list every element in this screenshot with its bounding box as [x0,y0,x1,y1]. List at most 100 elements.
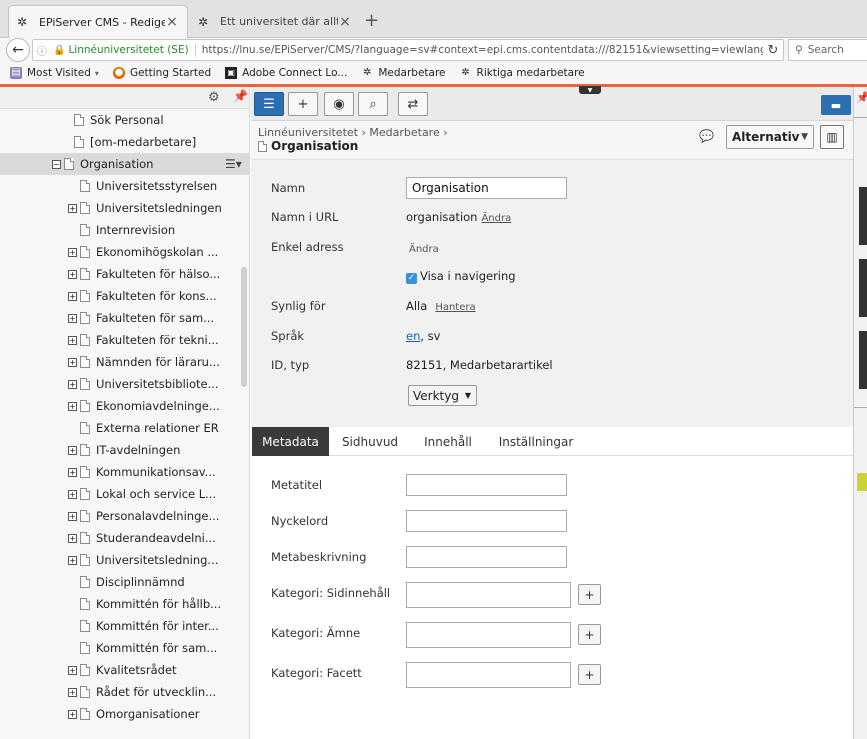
expand-icon[interactable]: + [68,687,77,697]
collapse-icon[interactable]: − [52,159,61,169]
show-in-navigation-option[interactable]: ✓ Visa i navigering [406,269,516,284]
toggle-layout-button[interactable]: ▥ [820,125,844,149]
bookmark-adobe-connect[interactable]: ▣ Adobe Connect Lo... [225,67,347,79]
tab-innehall[interactable]: Innehåll [413,427,483,456]
assets-panel-button[interactable]: ▬ [821,95,851,115]
tree-item[interactable]: + Studerandeavdelni... [0,527,249,549]
metadesc-input[interactable] [406,546,567,568]
expand-icon[interactable]: + [68,313,77,323]
browser-tab-episerver[interactable]: ✲ EPiServer CMS - Redigera × [8,5,188,38]
tree-item[interactable]: Kommittén för hållb... [0,593,249,615]
toggle-tree-button[interactable]: ☰ [254,92,284,116]
tree-item[interactable]: + Kvalitetsrådet [0,659,249,681]
metatitle-input[interactable] [406,474,567,496]
close-tab-icon[interactable]: × [338,14,352,30]
close-tab-icon[interactable]: × [165,14,179,30]
tree-item[interactable]: + Fakulteten för kons... [0,285,249,307]
tree-item[interactable]: Universitetsstyrelsen [0,175,249,197]
comment-icon[interactable]: 💬 [699,129,714,143]
breadcrumb-item-linneuniversitetet[interactable]: Linnéuniversitetet [258,126,358,139]
pin-icon[interactable]: 📌 [233,89,248,103]
expand-icon[interactable]: + [68,533,77,543]
context-menu-icon[interactable]: ☰▾ [225,157,242,171]
bookmark-getting-started[interactable]: ● Getting Started [112,67,211,79]
gear-icon[interactable]: ⚙ [208,90,220,105]
new-tab-button[interactable]: + [364,10,379,31]
expand-icon[interactable]: + [68,357,77,367]
tree-item[interactable]: [om-medarbetare] [0,131,249,153]
preview-button[interactable]: ◉ [324,92,354,116]
collapse-block-icon[interactable] [857,473,867,491]
tab-installningar[interactable]: Inställningar [491,427,581,456]
add-button[interactable]: + [288,92,318,116]
expand-icon[interactable]: + [68,665,77,675]
tree-item[interactable]: + Kommunikationsav... [0,461,249,483]
compare-button[interactable]: ⇄ [398,92,428,116]
asset-thumbnail[interactable] [859,259,867,317]
tools-dropdown[interactable]: Verktyg ▼ [408,385,477,406]
change-url-link[interactable]: Ändra [481,213,511,224]
expand-icon[interactable]: + [68,445,77,455]
asset-thumbnail[interactable] [859,331,867,389]
bookmark-most-visited[interactable]: ▤ Most Visited ▾ [10,67,99,79]
tree-item[interactable]: + IT-avdelningen [0,439,249,461]
expand-icon[interactable]: + [68,555,77,565]
expand-icon[interactable]: + [68,203,77,213]
expand-icon[interactable]: + [68,247,77,257]
category-content-field[interactable] [406,582,571,608]
tree-item[interactable]: + Universitetsbibliote... [0,373,249,395]
checkbox-checked-icon[interactable]: ✓ [406,273,417,284]
bookmark-medarbetare[interactable]: ✲ Medarbetare [361,67,445,79]
tree-item[interactable]: + Ekonomihögskolan ... [0,241,249,263]
breadcrumb-item-medarbetare[interactable]: Medarbetare [369,126,439,139]
tree-item[interactable]: Sök Personal [0,109,249,131]
tab-metadata[interactable]: Metadata [252,427,329,456]
global-menu-toggle[interactable]: ▼ [579,86,601,94]
asset-thumbnail[interactable] [859,187,867,245]
tree-item[interactable]: + Ekonomiavdelninge... [0,395,249,417]
view-settings-button[interactable]: ⌕ [358,92,388,116]
tree-item[interactable]: + Fakulteten för tekni... [0,329,249,351]
tree-item[interactable]: + Universitetsledning... [0,549,249,571]
expand-icon[interactable]: + [68,269,77,279]
info-icon[interactable]: ⓘ [37,43,51,58]
expand-icon[interactable]: + [68,335,77,345]
name-input[interactable] [406,177,567,199]
add-category-facet-button[interactable]: + [578,664,601,685]
expand-icon[interactable]: + [68,467,77,477]
change-simple-address-link[interactable]: Ändra [409,244,439,255]
category-subject-field[interactable] [406,622,571,648]
expand-icon[interactable]: + [68,489,77,499]
page-tree-scrollbar[interactable] [241,267,247,387]
tree-item[interactable]: Externa relationer ER [0,417,249,439]
tree-item[interactable]: + Universitetsledningen [0,197,249,219]
tree-item[interactable]: + Lokal och service L... [0,483,249,505]
tree-item[interactable]: Kommittén för inter... [0,615,249,637]
reload-icon[interactable]: ↻ [763,43,783,58]
tree-item[interactable]: + Fakulteten för hälso... [0,263,249,285]
pin-icon[interactable]: 📌 [856,91,867,104]
tree-item[interactable]: + Fakulteten för sam... [0,307,249,329]
tree-item[interactable]: Disciplinnämnd [0,571,249,593]
address-bar[interactable]: ⓘ 🔒 Linnéuniversitetet (SE) https://lnu.… [32,39,784,61]
tree-item[interactable]: − Organisation ☰▾ [0,153,249,175]
expand-icon[interactable]: + [68,379,77,389]
keywords-input[interactable] [406,510,567,532]
tree-item[interactable]: + Nämnden för läraru... [0,351,249,373]
expand-icon[interactable]: + [68,401,77,411]
tree-item[interactable]: + Rådet för utvecklin... [0,681,249,703]
language-en-link[interactable]: en [406,329,420,343]
tree-item[interactable]: Internrevision [0,219,249,241]
category-facet-field[interactable] [406,662,571,688]
browser-tab-universitet[interactable]: ✲ Ett universitet där allt är m... × [190,5,360,38]
tree-item[interactable]: + Personalavdelninge... [0,505,249,527]
expand-icon[interactable]: + [68,291,77,301]
options-dropdown[interactable]: Alternativ ▼ [726,125,814,149]
tab-sidhuvud[interactable]: Sidhuvud [333,427,407,456]
tree-item[interactable]: Kommittén för sam... [0,637,249,659]
browser-search-input[interactable]: ⚲ Search [788,39,867,61]
expand-icon[interactable]: + [68,511,77,521]
add-category-subject-button[interactable]: + [578,624,601,645]
bookmark-riktiga-medarbetare[interactable]: ✲ Riktiga medarbetare [460,67,584,79]
manage-access-link[interactable]: Hantera [435,302,475,313]
